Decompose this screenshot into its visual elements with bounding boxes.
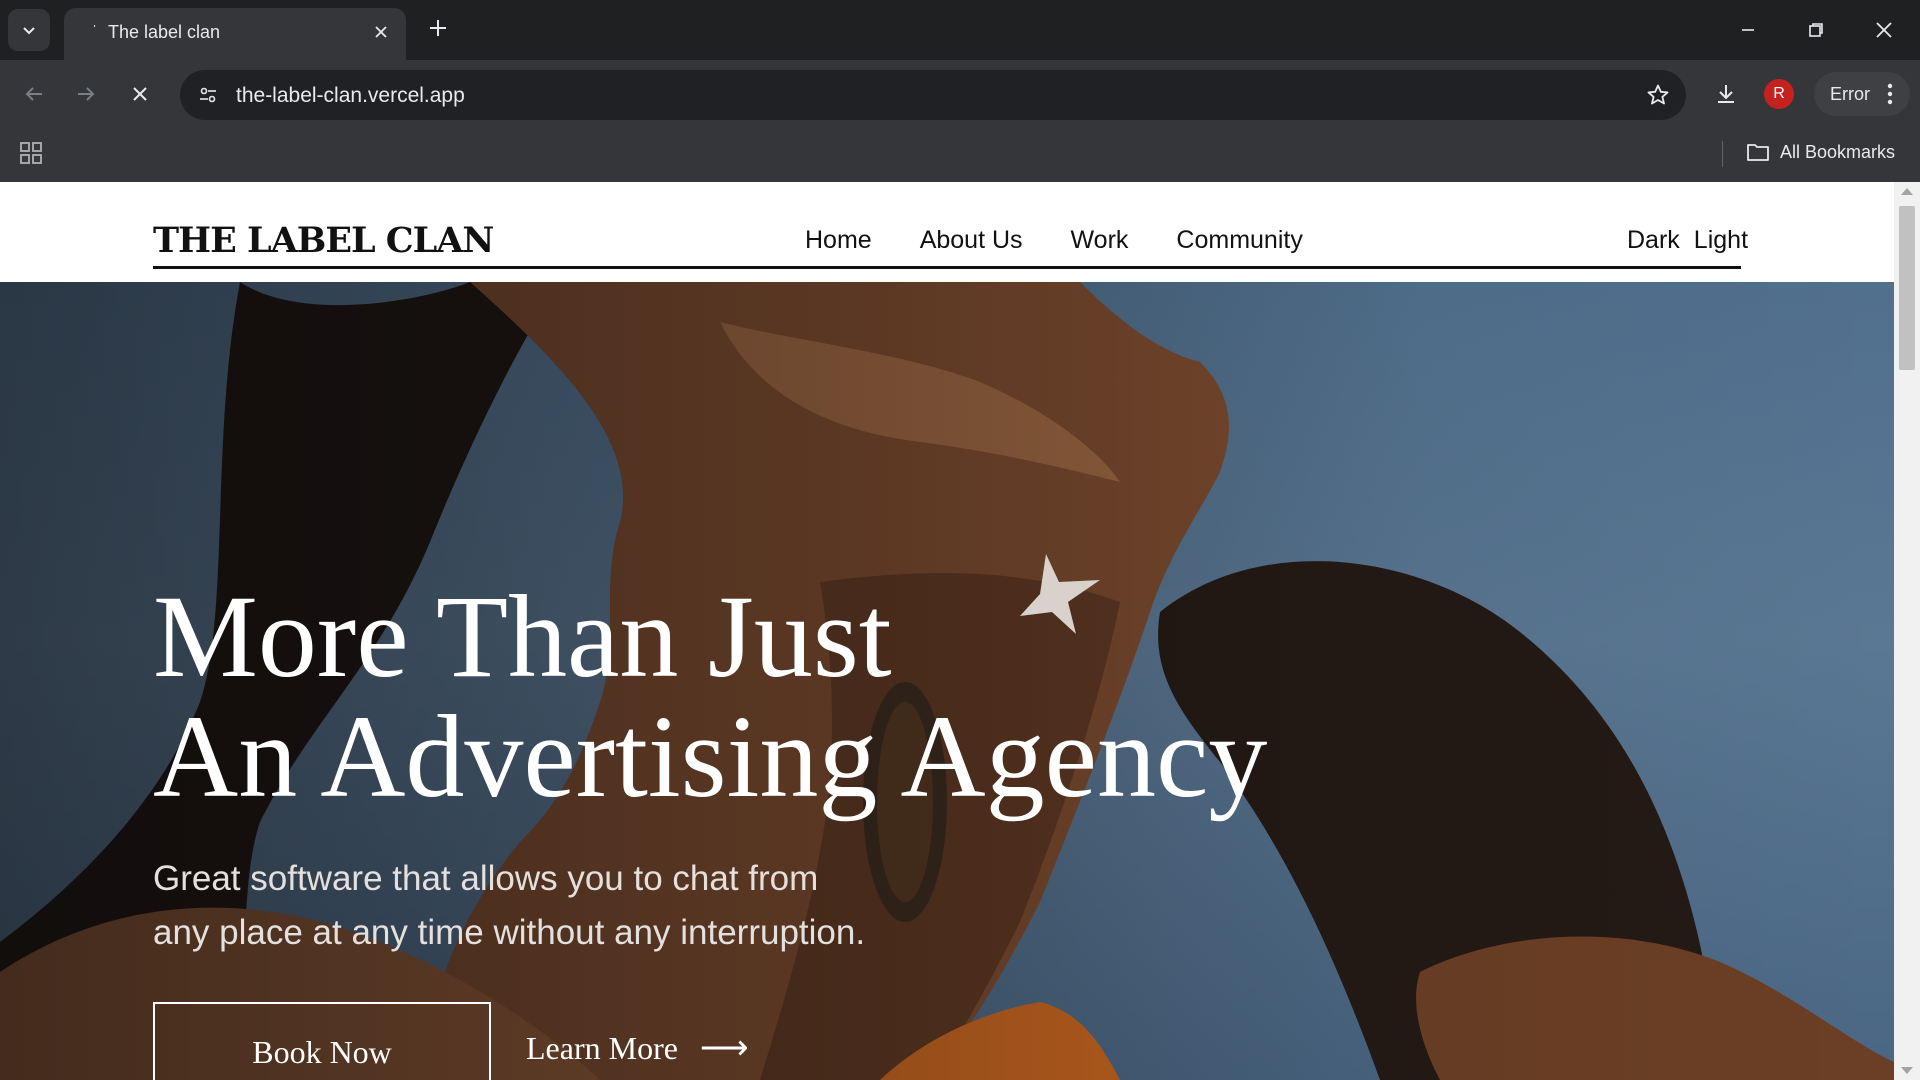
all-bookmarks-label: All Bookmarks [1780,141,1896,162]
nav-community-link[interactable]: Community [1176,226,1302,255]
hero-subtext-line-1: Great software that allows you to chat f… [153,859,819,898]
tab-title: The label clan [108,22,221,42]
profile-avatar[interactable]: R [1764,79,1794,109]
main-nav: Home About Us Work Community [805,226,1303,255]
learn-more-link[interactable]: Learn More ⟶ [526,1028,749,1068]
kebab-menu-icon[interactable] [1880,83,1900,105]
tab-strip: The label clan [0,0,1920,60]
url-text: the-label-clan.vercel.app [236,84,465,107]
book-now-button[interactable]: Book Now [153,1002,491,1080]
hero-subtext-line-2: any place at any time without any interr… [153,913,866,952]
profile-error-chip[interactable]: Error [1814,72,1910,116]
star-outline-icon [1647,84,1669,105]
arrow-left-icon [25,87,42,101]
hero-headline-line-2: An Advertising Agency [153,691,1268,822]
theme-toggle: Dark Light [1627,226,1748,255]
chevron-down-icon [23,27,35,35]
nav-about-link[interactable]: About Us [920,226,1023,255]
minimize-button[interactable] [1728,10,1768,50]
apps-grid-icon [20,142,42,164]
book-now-label: Book Now [252,1034,392,1070]
all-bookmarks-button[interactable]: All Bookmarks [1746,136,1895,168]
page-viewport: THE LABEL CLAN Home About Us Work Commun… [0,182,1920,1080]
scroll-down-arrow-icon[interactable] [1901,1067,1913,1074]
address-bar[interactable]: the-label-clan.vercel.app [180,70,1686,120]
nav-work-link[interactable]: Work [1071,226,1129,255]
site-header: THE LABEL CLAN Home About Us Work Commun… [0,182,1894,282]
browser-tab[interactable]: The label clan [64,8,406,60]
hero-headline-line-1: More Than Just [153,571,892,702]
restore-icon [1809,23,1823,37]
forward-button[interactable] [66,74,106,114]
scroll-up-arrow-icon[interactable] [1901,188,1913,195]
close-icon [133,87,147,101]
tab-close-button[interactable] [370,21,392,43]
theme-dark-button[interactable]: Dark [1627,226,1680,255]
plus-icon [430,20,446,36]
theme-light-button[interactable]: Light [1694,226,1748,255]
minimize-icon [1742,29,1754,31]
arrow-right-icon [78,87,95,101]
tab-search-button[interactable] [8,9,50,51]
browser-toolbar: the-label-clan.vercel.app R Error [0,60,1920,128]
download-icon [1718,85,1734,103]
error-label: Error [1830,83,1870,104]
learn-more-label: Learn More [526,1029,678,1066]
scrollbar-thumb[interactable] [1899,206,1915,370]
site-logo[interactable]: THE LABEL CLAN [153,220,494,261]
restore-button[interactable] [1796,10,1836,50]
bookmark-star-button[interactable] [1644,81,1672,109]
hero-section: More Than Just An Advertising Agency Gre… [0,282,1894,1080]
arrow-right-icon: ⟶ [699,1030,749,1067]
close-icon [375,26,387,38]
bookmarks-bar: All Bookmarks [0,128,1920,182]
downloads-button[interactable] [1706,74,1746,114]
header-divider [153,266,1741,269]
loading-spinner-icon [93,25,96,28]
nav-home-link[interactable]: Home [805,226,872,255]
tune-icon [200,87,216,103]
site-info-button[interactable] [190,77,226,113]
bookmarks-divider [1722,141,1723,167]
hero-subtext: Great software that allows you to chat f… [153,852,1053,960]
stop-loading-button[interactable] [120,74,160,114]
folder-icon [1747,144,1769,161]
page-scrollbar[interactable] [1894,182,1920,1080]
new-tab-button[interactable] [424,14,452,42]
back-button[interactable] [14,74,54,114]
close-icon [1876,22,1892,38]
more-vert-icon [1887,83,1893,105]
hero-headline: More Than Just An Advertising Agency [153,577,1267,817]
close-window-button[interactable] [1864,10,1904,50]
apps-button[interactable] [16,138,46,168]
